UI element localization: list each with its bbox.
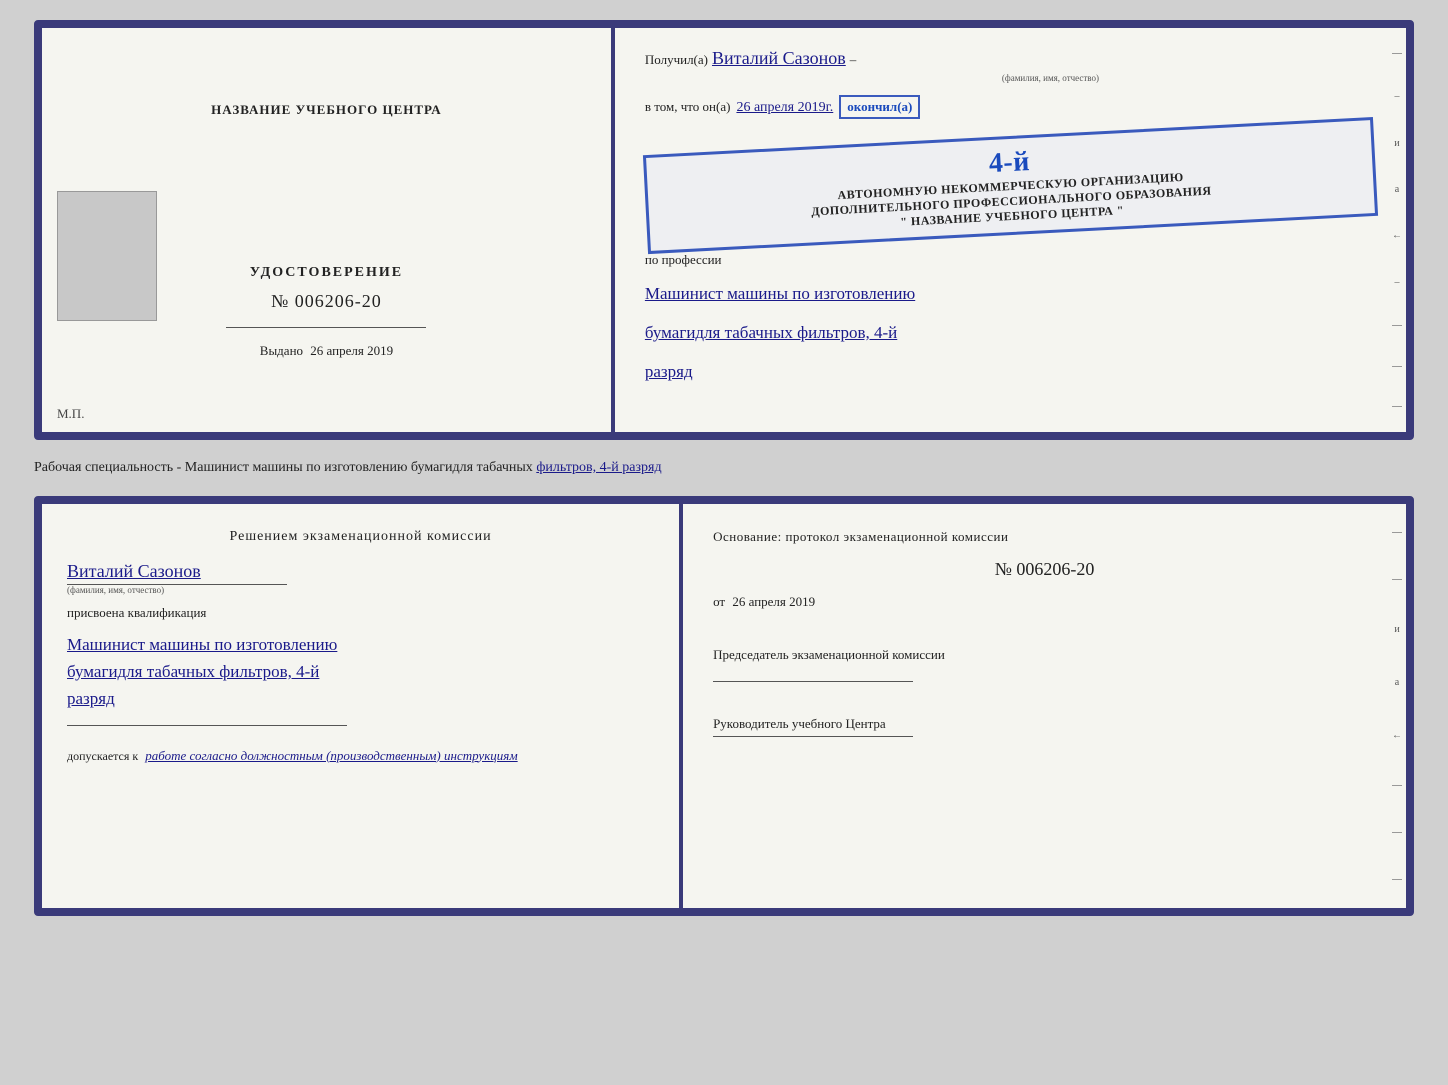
training-center-label-top: НАЗВАНИЕ УЧЕБНОГО ЦЕНТРА [211, 102, 442, 118]
top-left-panel: НАЗВАНИЕ УЧЕБНОГО ЦЕНТРА УДОСТОВЕРЕНИЕ №… [42, 28, 615, 432]
bottom-left-panel: Решением экзаменационной комиссии Витали… [42, 504, 683, 908]
fio-label-bottom: (фамилия, имя, отчество) [67, 585, 654, 595]
vtom-prefix: в том, что он(а) [645, 99, 731, 115]
qual-text2: бумагидля табачных фильтров, 4-й [67, 658, 654, 685]
bottom-number: № 006206-20 [713, 559, 1376, 580]
rukovoditel-label: Руководитель учебного Центра [713, 716, 1376, 732]
udostoverenie-number: № 006206-20 [271, 291, 382, 312]
dopuskaetsya-text: работе согласно должностным (производств… [145, 748, 517, 763]
vtom-date: 26 апреля 2019г. [736, 100, 833, 116]
predsedatel-label: Председатель экзаменационной комиссии [713, 647, 1376, 663]
side-decoration-bottom: и а ← [1388, 504, 1406, 908]
prisvoena-label: присвоена квалификация [67, 605, 654, 621]
profession-line1: Машинист машины по изготовлению [645, 280, 1376, 307]
subtitle-bar: Рабочая специальность - Машинист машины … [34, 456, 1414, 480]
top-document: НАЗВАНИЕ УЧЕБНОГО ЦЕНТРА УДОСТОВЕРЕНИЕ №… [34, 20, 1414, 440]
mp-label: М.П. [57, 406, 84, 422]
qual-text1: Машинист машины по изготовлению [67, 631, 654, 658]
ot-date: 26 апреля 2019 [732, 594, 815, 609]
bottom-right-panel: Основание: протокол экзаменационной коми… [683, 504, 1406, 908]
vydano-date: 26 апреля 2019 [310, 343, 393, 358]
poluchil-prefix: Получил(а) [645, 52, 708, 68]
side-decoration-top: – и а ← – [1388, 28, 1406, 432]
subtitle-text-underline: фильтров, 4-й разряд [536, 460, 661, 475]
profession-line3: разряд [645, 358, 1376, 385]
photo-placeholder [57, 191, 157, 321]
vtom-line: в том, что он(а) 26 апреля 2019г. окончи… [645, 95, 1376, 119]
fio-label-top: (фамилия, имя, отчество) [725, 73, 1376, 83]
bottom-name: Виталий Сазонов [67, 561, 201, 581]
osnov-text: Основание: протокол экзаменационной коми… [713, 529, 1376, 545]
subtitle-text-normal: Рабочая специальность - Машинист машины … [34, 460, 536, 475]
top-right-panel: Получил(а) Виталий Сазонов – (фамилия, и… [615, 28, 1406, 432]
vydano-prefix: Выдано [260, 343, 303, 358]
komissia-header: Решением экзаменационной комиссии [67, 529, 654, 545]
predsedatel-signature-line [713, 681, 913, 682]
stamp-box: 4-й АВТОНОМНУЮ НЕКОММЕРЧЕСКУЮ ОРГАНИЗАЦИ… [643, 117, 1378, 254]
po-professii-label: по профессии [645, 252, 1376, 268]
recipient-name: Виталий Сазонов [712, 48, 846, 69]
profession-line2: бумагидля табачных фильтров, 4-й [645, 319, 1376, 346]
ot-prefix: от [713, 594, 725, 609]
qual-line1: Машинист машины по изготовлению бумагидл… [67, 631, 654, 713]
ot-date-line: от 26 апреля 2019 [713, 594, 1376, 610]
dopuskaetsya-line: допускается к работе согласно должностны… [67, 748, 654, 764]
bottom-document: Решением экзаменационной комиссии Витали… [34, 496, 1414, 916]
rukovoditel-signature-line [713, 736, 913, 737]
poluchil-line: Получил(а) Виталий Сазонов – [645, 48, 1376, 69]
okonchil: окончил(а) [839, 95, 920, 119]
qual-text3: разряд [67, 685, 654, 712]
vydano-line: Выдано 26 апреля 2019 [260, 343, 393, 359]
udostoverenie-label: УДОСТОВЕРЕНИЕ [250, 265, 403, 281]
dopuskaetsya-prefix: допускается к [67, 749, 138, 763]
